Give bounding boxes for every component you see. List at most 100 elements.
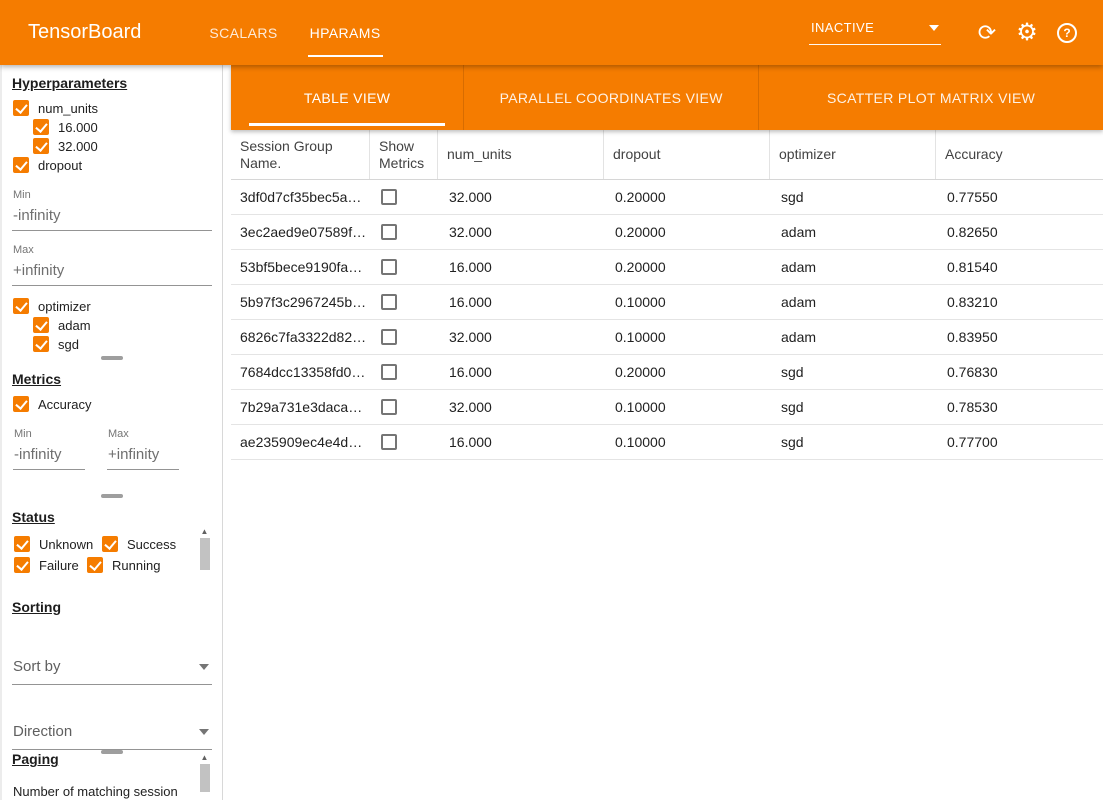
sort-by-select[interactable]: Sort by xyxy=(12,654,212,685)
adam-label: adam xyxy=(58,318,91,333)
num-units-value-32[interactable]: 32.000 xyxy=(33,138,212,154)
show-metrics-checkbox[interactable] xyxy=(381,364,397,380)
table-row: 3ec2aed9e07589f… 32.000 0.20000 adam 0.8… xyxy=(231,215,1103,250)
tab-scatter-plot-matrix-view[interactable]: SCATTER PLOT MATRIX VIEW xyxy=(758,65,1103,130)
table-row: 6826c7fa3322d82… 32.000 0.10000 adam 0.8… xyxy=(231,320,1103,355)
settings-icon[interactable]: ⚙ xyxy=(1017,23,1037,43)
value-16-label: 16.000 xyxy=(58,120,98,135)
scroll-up-icon[interactable]: ▲ xyxy=(201,527,209,536)
topbar: TensorBoard SCALARS HPARAMS INACTIVE ⟳ ⚙… xyxy=(0,0,1103,65)
accuracy-cell: 0.77700 xyxy=(936,425,1103,459)
optimizer-group: optimizer adam sgd xyxy=(12,298,212,355)
column-header-optimizer[interactable]: optimizer xyxy=(770,130,936,179)
tab-parallel-coordinates-view[interactable]: PARALLEL COORDINATES VIEW xyxy=(463,65,758,130)
refresh-icon[interactable]: ⟳ xyxy=(977,23,997,43)
show-metrics-checkbox[interactable] xyxy=(381,224,397,240)
optimizer-checkbox[interactable] xyxy=(13,298,29,314)
accuracy-cell: 0.82650 xyxy=(936,215,1103,249)
tab-table-view[interactable]: TABLE VIEW xyxy=(231,65,463,130)
dropout-max-input[interactable] xyxy=(12,256,212,286)
accuracy-cell: 0.78530 xyxy=(936,390,1103,424)
column-header-num-units[interactable]: num_units xyxy=(438,130,604,179)
metric-max-field: Max xyxy=(107,415,179,470)
dropout-min-input[interactable] xyxy=(12,201,212,231)
reload-interval-select[interactable]: INACTIVE xyxy=(809,20,941,45)
dropout-checkbox[interactable] xyxy=(13,157,29,173)
metrics-title: Metrics xyxy=(12,371,212,387)
scroll-up-icon[interactable]: ▲ xyxy=(201,753,209,762)
accuracy-checkbox[interactable] xyxy=(13,396,29,412)
dropout-cell: 0.20000 xyxy=(604,250,770,284)
show-metrics-checkbox[interactable] xyxy=(381,259,397,275)
session-group-name: 6826c7fa3322d82… xyxy=(231,320,370,354)
value-16-checkbox[interactable] xyxy=(33,119,49,135)
running-checkbox[interactable] xyxy=(87,557,103,573)
show-metrics-checkbox[interactable] xyxy=(381,329,397,345)
resize-handle[interactable] xyxy=(101,494,123,498)
optimizer-value-adam[interactable]: adam xyxy=(33,317,212,333)
hparam-dropout[interactable]: dropout xyxy=(13,157,212,173)
value-32-checkbox[interactable] xyxy=(33,138,49,154)
metric-max-input[interactable] xyxy=(107,440,179,470)
status-failure[interactable]: Failure xyxy=(14,557,86,573)
topbar-actions: INACTIVE ⟳ ⚙ ? xyxy=(809,20,1077,45)
sgd-checkbox[interactable] xyxy=(33,336,49,352)
session-group-name: 7b29a731e3daca… xyxy=(231,390,370,424)
hyperparameters-section: Hyperparameters num_units 16.000 32.000 … xyxy=(12,67,212,363)
table-row: 53bf5bece9190fa… 16.000 0.20000 adam 0.8… xyxy=(231,250,1103,285)
num-units-cell: 32.000 xyxy=(438,320,604,354)
num-units-checkbox[interactable] xyxy=(13,100,29,116)
optimizer-cell: adam xyxy=(770,285,936,319)
metric-min-input[interactable] xyxy=(13,440,85,470)
value-32-label: 32.000 xyxy=(58,139,98,154)
failure-checkbox[interactable] xyxy=(14,557,30,573)
tab-scalars[interactable]: SCALARS xyxy=(193,0,293,65)
show-metrics-checkbox[interactable] xyxy=(381,434,397,450)
success-label: Success xyxy=(127,537,176,552)
status-running[interactable]: Running xyxy=(87,557,160,573)
status-unknown[interactable]: Unknown xyxy=(14,536,101,552)
success-checkbox[interactable] xyxy=(102,536,118,552)
paging-scrollbar[interactable]: ▲ xyxy=(199,753,210,799)
adam-checkbox[interactable] xyxy=(33,317,49,333)
metric-accuracy[interactable]: Accuracy xyxy=(13,396,212,412)
column-header-session-group-name[interactable]: Session Group Name. xyxy=(231,130,370,179)
column-header-dropout[interactable]: dropout xyxy=(604,130,770,179)
column-header-accuracy[interactable]: Accuracy xyxy=(936,130,1103,179)
hparam-num-units[interactable]: num_units xyxy=(13,100,212,116)
reload-interval-value: INACTIVE xyxy=(811,20,874,35)
scrollbar-thumb[interactable] xyxy=(200,538,210,570)
status-options: Unknown Success Failure Running xyxy=(13,536,195,578)
table-row: 3df0d7cf35bec5a… 32.000 0.20000 sgd 0.77… xyxy=(231,180,1103,215)
chevron-down-icon xyxy=(929,25,939,31)
optimizer-cell: adam xyxy=(770,320,936,354)
accuracy-cell: 0.81540 xyxy=(936,250,1103,284)
tab-hparams[interactable]: HPARAMS xyxy=(294,0,397,65)
optimizer-cell: sgd xyxy=(770,355,936,389)
optimizer-cell: adam xyxy=(770,215,936,249)
show-metrics-checkbox[interactable] xyxy=(381,399,397,415)
metrics-section: Metrics Accuracy Min Max xyxy=(12,363,212,501)
help-icon[interactable]: ? xyxy=(1057,23,1077,43)
running-label: Running xyxy=(112,558,160,573)
column-header-show-metrics[interactable]: Show Metrics xyxy=(370,130,438,179)
status-success[interactable]: Success xyxy=(102,536,176,552)
dropout-min-label: Min xyxy=(13,189,212,201)
show-metrics-checkbox[interactable] xyxy=(381,294,397,310)
main-nav: SCALARS HPARAMS xyxy=(193,0,396,65)
resize-handle[interactable] xyxy=(101,356,123,360)
dropout-cell: 0.10000 xyxy=(604,320,770,354)
paging-section: Paging Number of matching session groups… xyxy=(12,743,212,800)
show-metrics-cell xyxy=(370,180,438,214)
unknown-label: Unknown xyxy=(39,537,93,552)
unknown-checkbox[interactable] xyxy=(14,536,30,552)
optimizer-cell: sgd xyxy=(770,390,936,424)
hparam-optimizer[interactable]: optimizer xyxy=(13,298,212,314)
dropout-cell: 0.10000 xyxy=(604,425,770,459)
sort-by-value: Sort by xyxy=(13,658,61,675)
scrollbar-thumb[interactable] xyxy=(200,764,210,792)
num-units-value-16[interactable]: 16.000 xyxy=(33,119,212,135)
show-metrics-checkbox[interactable] xyxy=(381,189,397,205)
optimizer-value-sgd[interactable]: sgd xyxy=(33,336,212,352)
status-scrollbar[interactable]: ▲ xyxy=(199,527,210,583)
